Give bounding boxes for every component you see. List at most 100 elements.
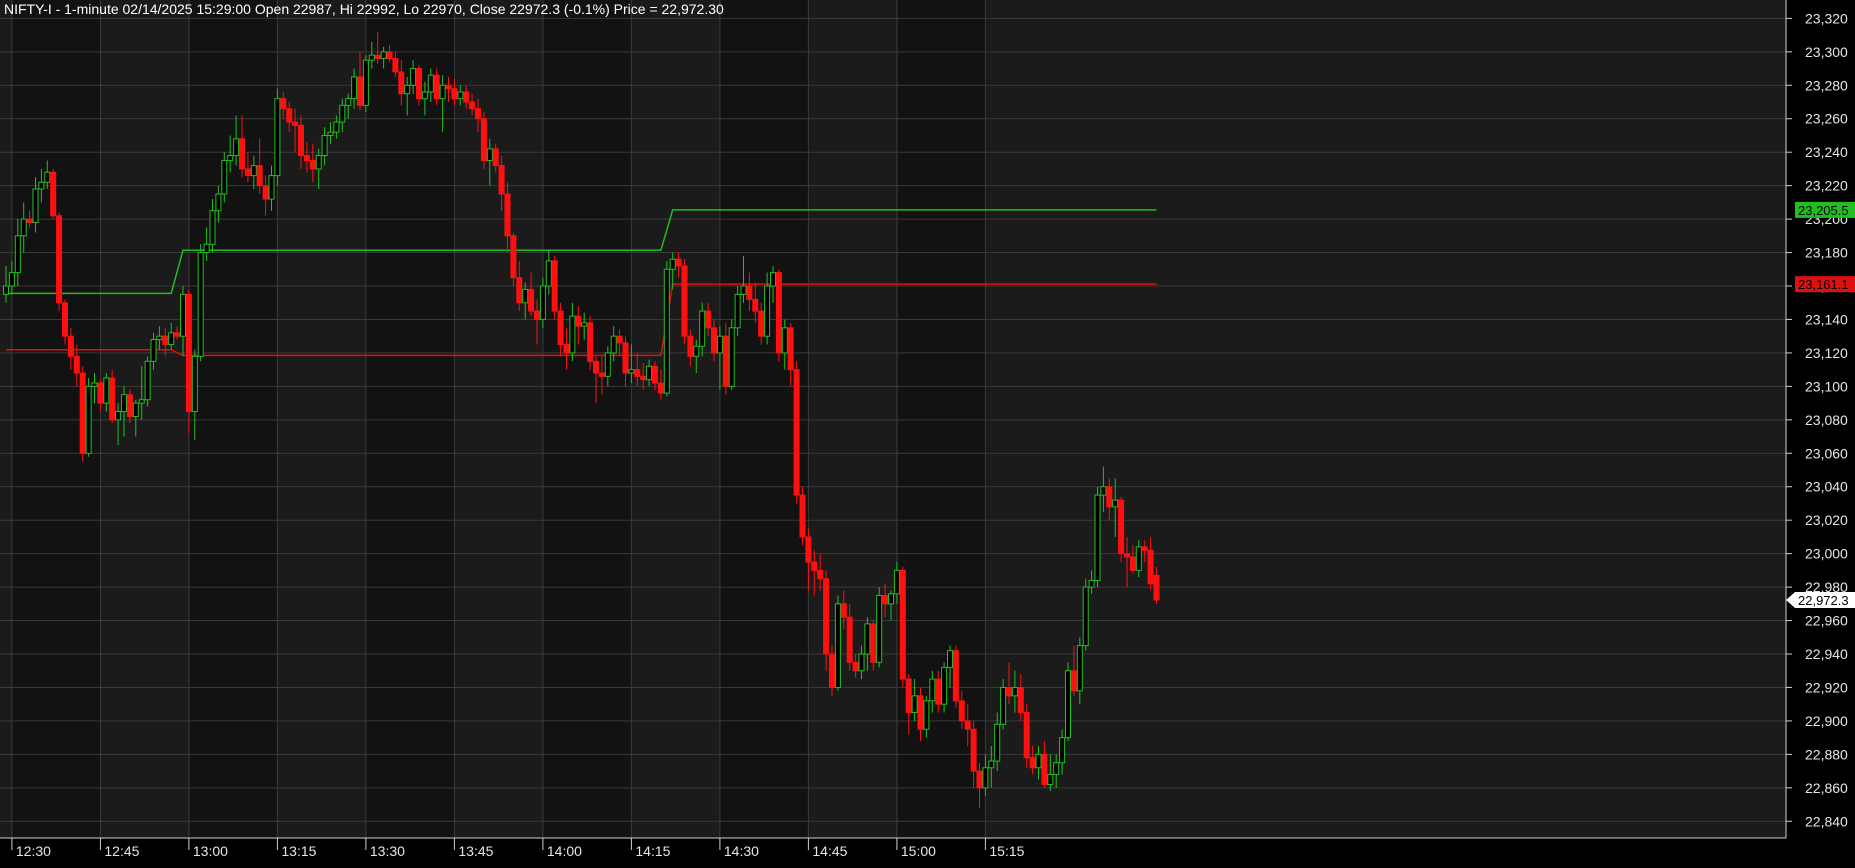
candle-body: [1118, 499, 1125, 555]
time-tick-label: 14:30: [724, 843, 759, 859]
price-tick-label: 23,080: [1805, 412, 1848, 428]
candle-body: [150, 339, 157, 362]
price-tick-label: 23,180: [1805, 245, 1848, 261]
price-tick-label: 23,280: [1805, 77, 1848, 93]
candle-body: [298, 124, 304, 157]
candle-body: [793, 369, 800, 496]
lower-level-tag: 23,161.1: [1798, 277, 1849, 292]
candle-body: [952, 650, 959, 702]
candle-body: [162, 335, 169, 346]
candle-body: [262, 185, 269, 200]
candle-body: [1059, 737, 1066, 764]
candle-body: [209, 210, 216, 245]
candle-body: [982, 767, 989, 789]
price-tick-label: 23,060: [1805, 445, 1848, 461]
candle-body: [3, 285, 9, 295]
candle-body: [616, 335, 623, 344]
candle-body: [811, 561, 818, 571]
candle-body: [286, 108, 293, 123]
candle-body: [681, 265, 688, 337]
candle-body: [652, 365, 658, 384]
time-tick-label: 15:00: [901, 843, 936, 859]
price-tick-label: 22,860: [1805, 780, 1848, 796]
candle-body: [746, 285, 753, 300]
candle-body: [764, 285, 771, 337]
candle-body: [834, 603, 841, 688]
candle-body: [144, 360, 151, 401]
candle-body: [486, 148, 493, 162]
candle-body: [1047, 773, 1054, 785]
candle-body: [829, 653, 835, 688]
candle-body: [905, 678, 912, 714]
candle-body: [852, 661, 859, 672]
candle-body: [38, 181, 45, 190]
candle-body: [1094, 494, 1101, 581]
candle-body: [817, 569, 824, 580]
session-band: [454, 0, 543, 838]
candle-body: [233, 138, 240, 157]
candle-body: [268, 175, 275, 200]
candle-body: [693, 345, 700, 357]
candle-body: [994, 723, 1001, 762]
time-axis[interactable]: 12:30 12:45 13:00 13:15 13:30 13:45 14:00 14:15…: [11, 838, 1025, 859]
price-tick-label: 22,940: [1805, 646, 1848, 662]
candle-body: [280, 98, 287, 110]
candle-body: [1147, 549, 1154, 585]
candle-body: [439, 84, 446, 100]
candle-body: [646, 365, 653, 381]
candle-body: [115, 410, 122, 421]
time-tick-label: 13:45: [458, 843, 493, 859]
candle-body: [534, 310, 540, 320]
price-tick-label: 23,220: [1805, 178, 1848, 194]
time-tick-label: 14:00: [547, 843, 582, 859]
candle-body: [321, 134, 328, 157]
candle-body: [44, 171, 51, 183]
candle-body: [386, 51, 393, 60]
candle-body: [711, 327, 717, 354]
candle-body: [610, 335, 617, 354]
session-band: [0, 0, 12, 838]
candle-body: [740, 285, 747, 295]
price-tick-label: 23,260: [1805, 111, 1848, 127]
session-band: [985, 0, 1786, 838]
candle-body: [516, 277, 523, 304]
candle-body: [73, 355, 80, 374]
candle-body: [545, 260, 552, 287]
candle-body: [575, 315, 582, 327]
candle-body: [345, 98, 352, 106]
candle-body: [770, 272, 776, 287]
price-tick-label: 22,840: [1805, 813, 1848, 829]
candle-body: [628, 369, 635, 374]
time-tick-label: 14:45: [812, 843, 847, 859]
candle-body: [1065, 670, 1071, 739]
candle-body: [1135, 546, 1142, 571]
price-tick-label: 22,920: [1805, 679, 1848, 695]
chart-title: NIFTY-I - 1-minute 02/14/2025 15:29:00 O…: [4, 1, 724, 17]
candle-body: [598, 372, 605, 377]
candle-body: [14, 235, 21, 274]
price-tick-label: 22,900: [1805, 713, 1848, 729]
candle-body: [339, 104, 346, 123]
candle-body: [988, 760, 995, 769]
candle-body: [475, 108, 481, 120]
candle-body: [351, 76, 358, 100]
candle-body: [799, 494, 806, 538]
candle-body: [97, 382, 104, 404]
candle-body: [976, 770, 983, 789]
candle-body: [85, 385, 92, 454]
candle-body: [911, 695, 918, 714]
candle-body: [8, 272, 15, 287]
candle-body: [404, 84, 411, 95]
candle-body: [675, 258, 682, 267]
candle-body: [510, 235, 517, 279]
price-chart[interactable]: 23,320 23,300 23,280 23,260 23,240 23,220 23,2…: [0, 0, 1855, 868]
candle-body: [563, 344, 570, 354]
candle-body: [1082, 586, 1089, 647]
candle-body: [716, 335, 723, 354]
price-tick-label: 22,960: [1805, 613, 1848, 629]
candle-body: [50, 171, 57, 217]
candle-body: [67, 335, 74, 357]
candle-body: [185, 293, 192, 412]
candle-body: [593, 360, 599, 374]
price-axis[interactable]: 23,320 23,300 23,280 23,260 23,240 23,220 23,2…: [1786, 10, 1848, 829]
